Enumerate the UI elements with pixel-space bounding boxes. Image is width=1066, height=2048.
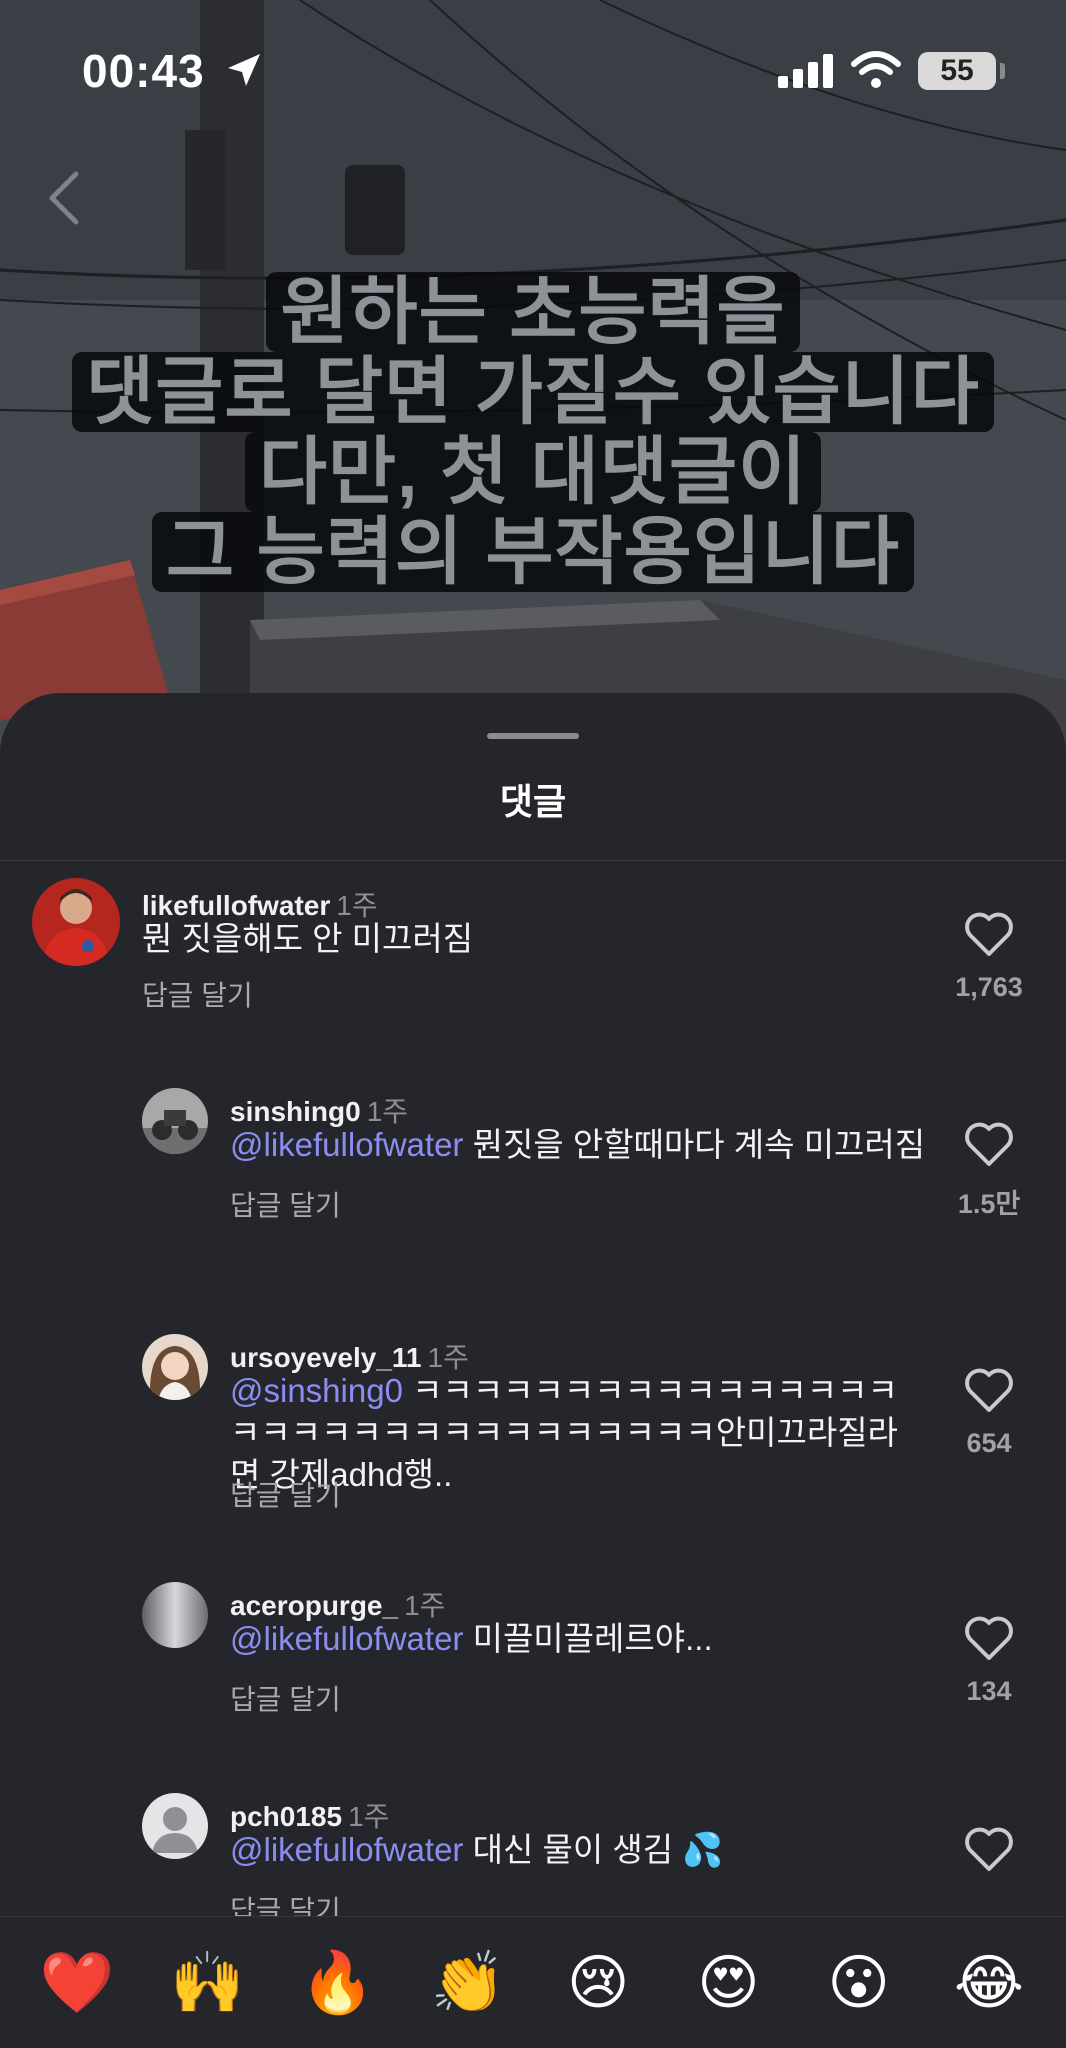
emoji-clapping[interactable]: 👏	[418, 1947, 518, 2018]
caption-line: 댓글로 달면 가질수 있습니다	[72, 352, 994, 432]
battery-level: 55	[940, 54, 974, 87]
emoji-fire[interactable]: 🔥	[288, 1947, 388, 2018]
comment-text: @likefullofwater 대신 물이 생김 💦	[230, 1829, 930, 1871]
emoji-laughing[interactable]: 😂	[939, 1948, 1039, 2018]
back-chevron-icon[interactable]	[42, 168, 86, 228]
cellular-signal-icon	[778, 54, 833, 88]
like-heart-icon[interactable]	[962, 1825, 1016, 1873]
avatar[interactable]	[142, 1582, 208, 1648]
like-count: 1.5만	[957, 1189, 1021, 1219]
avatar-image	[142, 1582, 208, 1648]
comment-mention[interactable]: @likefullofwater	[230, 1126, 463, 1163]
comment-time: 1주	[366, 1096, 409, 1127]
avatar[interactable]	[142, 1334, 208, 1400]
comment-mention[interactable]: @sinshing0	[230, 1372, 403, 1409]
emoji-crying[interactable]: 😢	[548, 1948, 648, 2018]
avatar[interactable]	[142, 1793, 208, 1859]
caption-line: 다만, 첫 대댓글이	[244, 432, 822, 512]
comment-text: @likefullofwater 미끌미끌레르야...	[230, 1618, 930, 1660]
status-time: 00:43	[82, 45, 205, 97]
reply-button[interactable]: 답글 달기	[142, 974, 253, 1014]
avatar-image	[142, 1334, 208, 1400]
comment-time: 1주	[427, 1342, 469, 1373]
emoji-raising-hands[interactable]: 🙌	[157, 1947, 257, 2018]
sheet-grabber[interactable]	[487, 733, 579, 739]
comment-time: 1주	[348, 1801, 390, 1832]
like-count: 134	[966, 1676, 1012, 1706]
avatar-image	[32, 878, 120, 966]
reply-button[interactable]: 답글 달기	[230, 1184, 341, 1224]
emoji-heart-eyes[interactable]: 😍	[678, 1948, 778, 2018]
emoji-reaction-bar: ❤️ 🙌 🔥 👏 😢 😍 😮 😂	[0, 1916, 1066, 2048]
avatar[interactable]	[142, 1088, 208, 1154]
sheet-title: 댓글	[499, 781, 567, 822]
comment-mention[interactable]: @likefullofwater	[230, 1620, 463, 1657]
avatar[interactable]	[32, 878, 120, 966]
video-caption: 원하는 초능력을 댓글로 달면 가질수 있습니다 다만, 첫 대댓글이 그 능력…	[0, 272, 1066, 592]
comment-mention[interactable]: @likefullofwater	[230, 1831, 463, 1868]
status-bar: 00:43 55	[0, 0, 1066, 140]
comment-username[interactable]: aceropurge_	[230, 1590, 398, 1621]
comment-body: 미끌미끌레르야...	[463, 1620, 713, 1657]
comment-text: @likefullofwater 뭔짓을 안할때마다 계속 미끄러짐	[230, 1124, 930, 1166]
default-avatar-icon	[142, 1793, 208, 1859]
comment-body: 대신 물이 생김 💦	[463, 1831, 724, 1868]
divider	[0, 860, 1066, 861]
like-heart-icon[interactable]	[962, 910, 1016, 958]
emoji-surprised[interactable]: 😮	[809, 1948, 909, 2018]
battery-indicator: 55	[918, 52, 996, 90]
location-arrow-icon	[228, 54, 260, 86]
comment-text: 뭔 짓을해도 안 미끄러짐	[142, 918, 902, 960]
avatar-image	[142, 1088, 208, 1154]
caption-line: 원하는 초능력을	[266, 272, 800, 352]
comment-username[interactable]: sinshing0	[230, 1096, 361, 1127]
comment-username[interactable]: likefullofwater	[142, 890, 330, 921]
wifi-icon	[851, 51, 901, 88]
like-count: 654	[966, 1428, 1012, 1458]
comment-body: 뭔짓을 안할때마다 계속 미끄러짐	[463, 1126, 926, 1163]
caption-line: 그 능력의 부작용입니다	[152, 512, 914, 592]
like-heart-icon[interactable]	[962, 1366, 1016, 1414]
comment-username[interactable]: ursoyevely_11	[230, 1342, 422, 1373]
like-heart-icon[interactable]	[962, 1120, 1016, 1168]
emoji-heart[interactable]: ❤️	[27, 1947, 127, 2018]
like-heart-icon[interactable]	[962, 1614, 1016, 1662]
comment-username[interactable]: pch0185	[230, 1801, 342, 1832]
reply-button[interactable]: 답글 달기	[230, 1474, 341, 1514]
comment-time: 1주	[336, 890, 378, 921]
comment-body: 뭔 짓을해도 안 미끄러짐	[142, 920, 474, 957]
comments-sheet: 댓글 likefullofwater 1주 뭔 짓을해도 안 미끄러짐 답글 달기…	[0, 693, 1066, 2048]
reply-button[interactable]: 답글 달기	[230, 1678, 341, 1718]
comment-time: 1주	[404, 1590, 446, 1621]
like-count: 1,763	[955, 972, 1023, 1002]
battery-cap	[1000, 63, 1005, 79]
